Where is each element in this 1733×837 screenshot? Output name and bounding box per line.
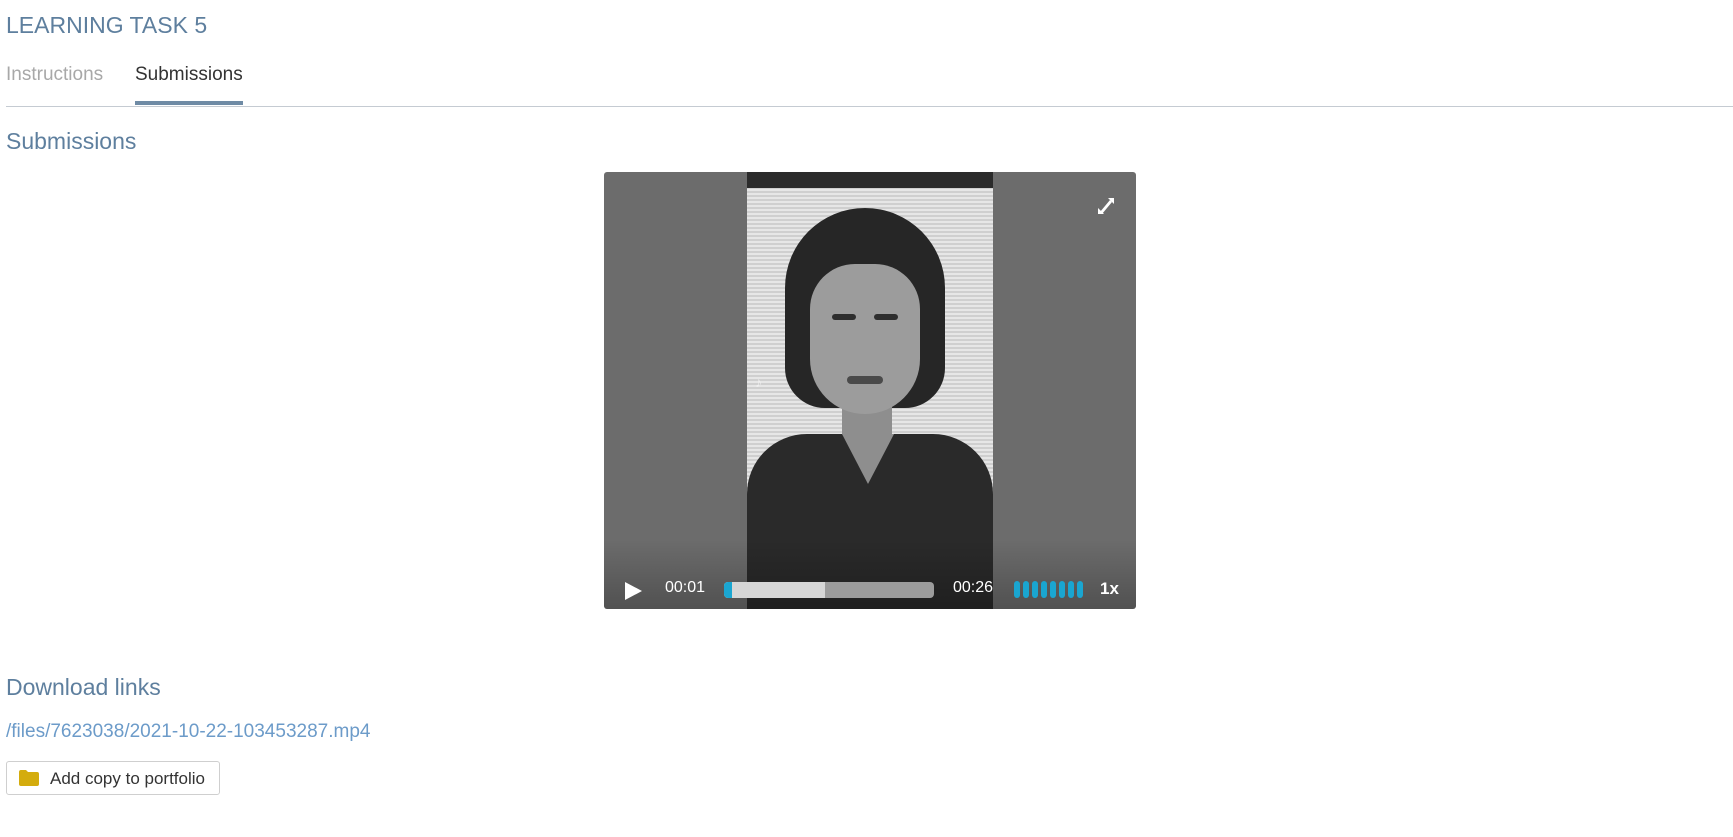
folder-icon bbox=[19, 770, 39, 786]
tab-instructions[interactable]: Instructions bbox=[6, 64, 103, 105]
volume-bar bbox=[1059, 581, 1065, 598]
person-collar bbox=[842, 434, 894, 484]
add-copy-to-portfolio-label: Add copy to portfolio bbox=[50, 769, 205, 788]
person-face bbox=[810, 264, 920, 414]
play-icon[interactable] bbox=[622, 580, 644, 602]
progress-played bbox=[724, 582, 733, 598]
download-link[interactable]: /files/7623038/2021-10-22-103453287.mp4 bbox=[6, 721, 370, 743]
page: LEARNING TASK 5 Instructions Submissions… bbox=[0, 0, 1733, 837]
submissions-heading: Submissions bbox=[6, 128, 137, 154]
tab-submissions[interactable]: Submissions bbox=[135, 64, 243, 105]
add-copy-to-portfolio-button[interactable]: Add copy to portfolio bbox=[6, 761, 220, 795]
current-time: 00:01 bbox=[665, 579, 706, 596]
volume-bar bbox=[1068, 581, 1074, 598]
person-mouth bbox=[847, 376, 883, 384]
progress-bar[interactable] bbox=[724, 582, 934, 598]
volume-slider[interactable] bbox=[1014, 581, 1084, 599]
download-links-heading: Download links bbox=[6, 674, 161, 700]
person-eye-left bbox=[832, 314, 856, 320]
volume-bar bbox=[1050, 581, 1056, 598]
volume-bar bbox=[1023, 581, 1029, 598]
frame-top-bar bbox=[747, 172, 993, 188]
fullscreen-icon[interactable] bbox=[1094, 194, 1118, 218]
person-eye-right bbox=[874, 314, 898, 320]
volume-bar bbox=[1041, 581, 1047, 598]
tab-bar: Instructions Submissions bbox=[6, 58, 1733, 107]
playback-speed-button[interactable]: 1x bbox=[1100, 579, 1119, 599]
video-player[interactable]: ♪ 00:01 00:26 1x bbox=[604, 172, 1136, 609]
progress-buffered bbox=[724, 582, 825, 598]
volume-bar bbox=[1032, 581, 1038, 598]
volume-bar bbox=[1077, 581, 1083, 598]
page-title: LEARNING TASK 5 bbox=[6, 12, 208, 38]
duration-time: 00:26 bbox=[953, 579, 994, 596]
tiktok-icon: ♪ bbox=[755, 374, 762, 390]
volume-bar bbox=[1014, 581, 1020, 598]
